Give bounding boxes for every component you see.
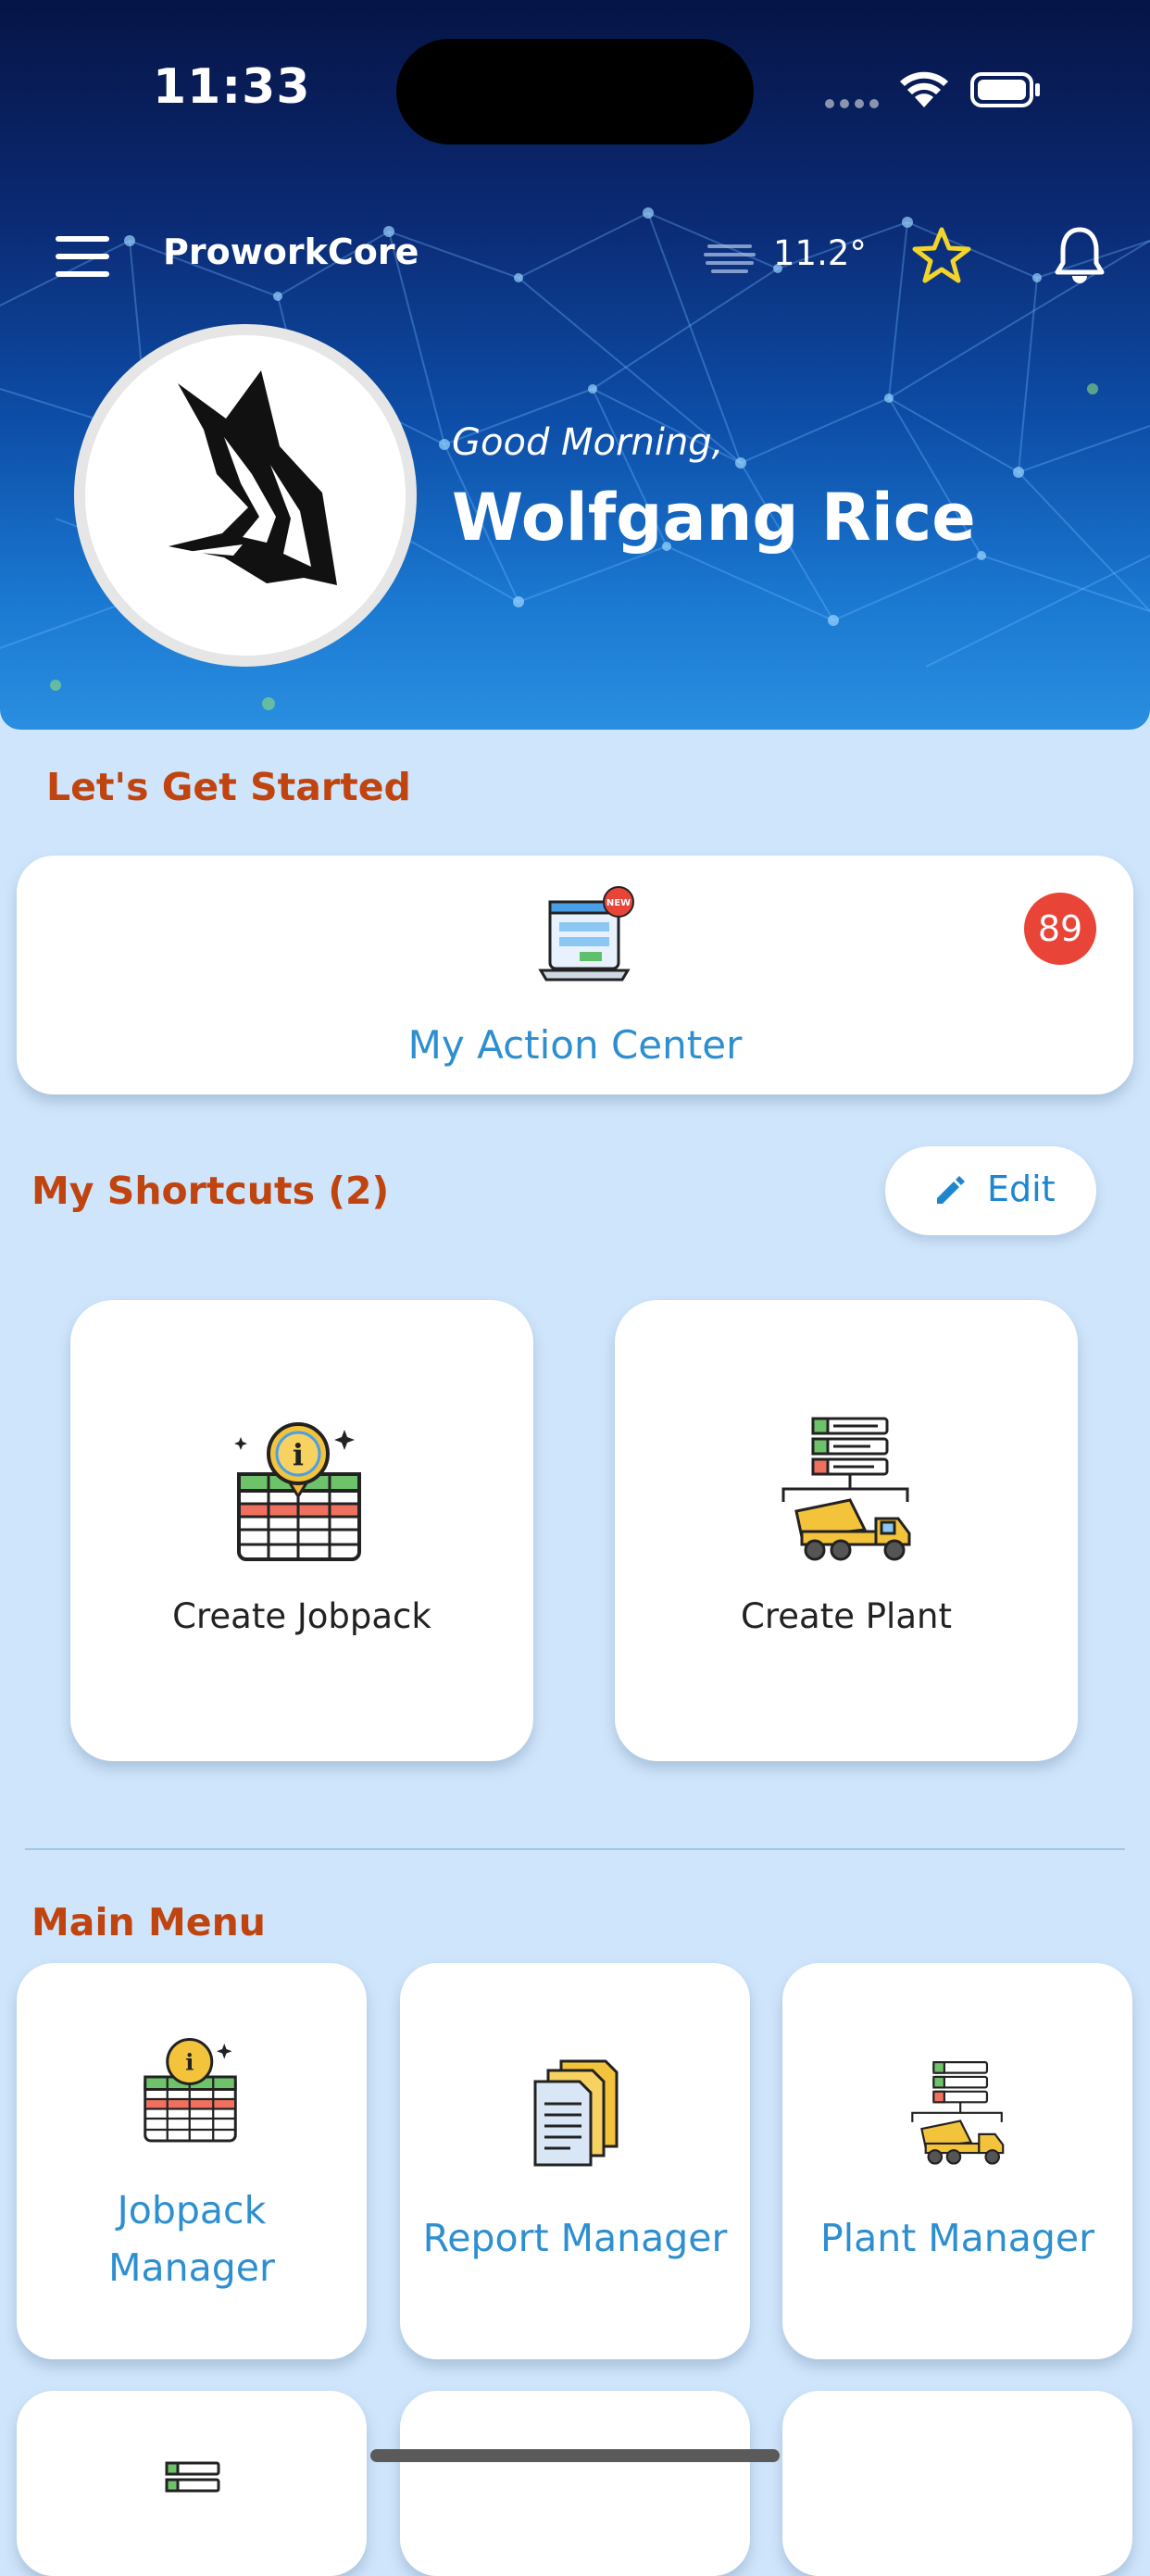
- plant-icon: [781, 1417, 911, 1561]
- user-name: Wolfgang Rice: [452, 480, 976, 556]
- menu-tile-plant-manager[interactable]: Plant Manager: [782, 1963, 1132, 2359]
- menu-tile[interactable]: [400, 2391, 750, 2576]
- shortcut-label: Create Plant: [741, 1596, 952, 1636]
- shortcut-label: Create Jobpack: [172, 1596, 431, 1636]
- wolf-logo: [169, 370, 337, 585]
- jobpack-icon: i: [234, 1422, 361, 1561]
- menu-tile-report-manager[interactable]: Report Manager: [400, 1963, 750, 2359]
- menu-tile-jobpack-manager[interactable]: i Jobpack Manager: [17, 1963, 367, 2359]
- section-divider: [25, 1848, 1125, 1850]
- weather-icon: [704, 244, 756, 273]
- section-title-shortcuts: My Shortcuts (2): [31, 1169, 390, 1213]
- report-icon: [533, 2059, 619, 2167]
- bell-icon[interactable]: [1054, 226, 1106, 285]
- menu-icon[interactable]: [56, 236, 109, 277]
- section-title-main-menu: Main Menu: [31, 1900, 266, 1945]
- svg-text:i: i: [185, 2049, 194, 2076]
- avatar[interactable]: [74, 324, 417, 667]
- battery-icon: [970, 72, 1040, 107]
- wifi-icon: [900, 71, 948, 107]
- app-title: ProworkCore: [163, 231, 419, 272]
- action-center-label: My Action Center: [407, 1022, 743, 1068]
- temperature-label: 11.2°: [773, 233, 867, 273]
- shortcut-create-plant[interactable]: Create Plant: [615, 1300, 1078, 1761]
- edit-label: Edit: [987, 1169, 1056, 1209]
- menu-tile-label-line2: Manager: [108, 2245, 275, 2290]
- menu-tile-label: Report Manager: [422, 2216, 728, 2260]
- status-icons: [824, 67, 1046, 117]
- list-icon: [165, 2461, 220, 2493]
- signal-icon: [825, 99, 879, 108]
- shortcut-create-jobpack[interactable]: i Create Jobpack: [70, 1300, 533, 1761]
- svg-text:NEW: NEW: [606, 898, 631, 908]
- header-banner: 11:33 ProworkCore 11.2° Good Morning, Wo…: [0, 0, 1150, 730]
- section-title-get-started: Let's Get Started: [46, 765, 411, 809]
- plant-icon: [911, 2061, 1005, 2165]
- menu-tile-label-line1: Jobpack: [117, 2188, 267, 2232]
- star-icon[interactable]: [912, 226, 971, 285]
- action-center-icon: NEW: [538, 886, 634, 982]
- status-time: 11:33: [153, 59, 311, 115]
- menu-tile[interactable]: [782, 2391, 1132, 2576]
- home-indicator[interactable]: [370, 2449, 780, 2462]
- action-center-card[interactable]: NEW My Action Center: [17, 856, 1133, 1094]
- dynamic-island: [396, 39, 754, 144]
- menu-tile-label: Plant Manager: [819, 2216, 1095, 2260]
- svg-text:i: i: [293, 1437, 304, 1472]
- jobpack-icon: i: [144, 2038, 237, 2143]
- greeting-text: Good Morning,: [452, 421, 724, 464]
- notification-count-badge: 89: [1024, 893, 1096, 965]
- pencil-icon: [937, 1176, 965, 1204]
- menu-tile[interactable]: [17, 2391, 367, 2576]
- edit-shortcuts-button[interactable]: Edit: [885, 1146, 1096, 1235]
